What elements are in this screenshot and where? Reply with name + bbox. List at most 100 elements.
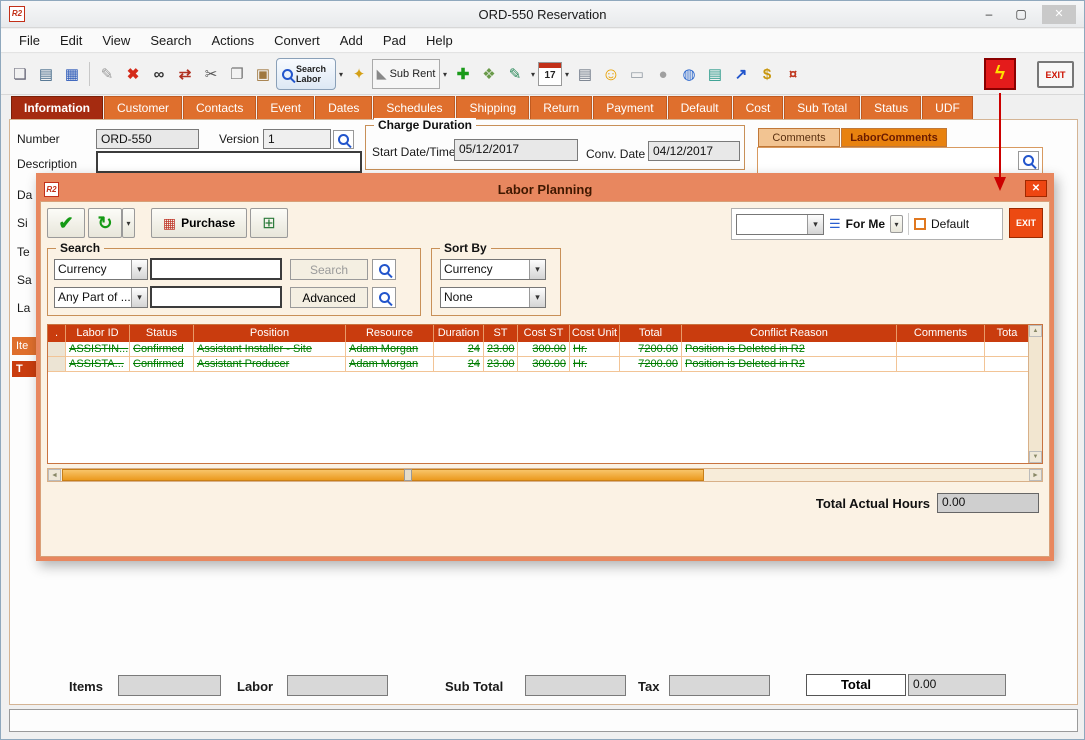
glass-icon[interactable]: ✦ <box>346 60 372 88</box>
calendar-dropdown-icon[interactable]: ▾ <box>562 60 572 88</box>
for-me-label[interactable]: For Me <box>846 217 885 231</box>
excel-button[interactable]: ⊞ <box>250 208 288 238</box>
edit-pencil-icon[interactable]: ✎ <box>94 60 120 88</box>
menu-file[interactable]: File <box>9 30 50 51</box>
comments-search-button[interactable] <box>1018 151 1039 170</box>
save-icon[interactable]: ▦ <box>59 60 85 88</box>
start-datetime-field[interactable]: 05/12/2017 <box>454 139 578 161</box>
number-field[interactable]: ORD-550 <box>96 129 199 149</box>
version-field[interactable]: 1 <box>263 129 331 149</box>
add-icon[interactable]: ✚ <box>450 60 476 88</box>
close-button[interactable]: ✕ <box>1042 5 1076 24</box>
tab-return[interactable]: Return <box>530 96 592 119</box>
chevron-down-icon[interactable] <box>131 288 147 307</box>
notes-icon[interactable]: ▤ <box>702 60 728 88</box>
row-selector[interactable] <box>48 342 66 356</box>
tab-schedules[interactable]: Schedules <box>373 96 455 119</box>
view-combo[interactable] <box>736 214 824 235</box>
calendar-icon[interactable]: 17 <box>538 62 562 86</box>
for-me-dropdown-icon[interactable]: ▾ <box>890 215 903 233</box>
row-selector[interactable] <box>48 357 66 371</box>
advanced-search-button[interactable] <box>372 287 396 308</box>
forklift-icon[interactable]: ¤ <box>780 60 806 88</box>
menu-view[interactable]: View <box>92 30 140 51</box>
projector-icon[interactable]: ▭ <box>624 60 650 88</box>
menu-edit[interactable]: Edit <box>50 30 92 51</box>
items-tab-fragment[interactable]: Ite <box>12 337 37 355</box>
column-header-total[interactable]: Total <box>620 325 682 342</box>
tab-default[interactable]: Default <box>668 96 732 119</box>
tab-cost[interactable]: Cost <box>733 96 784 119</box>
menu-add[interactable]: Add <box>330 30 373 51</box>
description-field[interactable] <box>96 151 362 173</box>
print-icon[interactable]: ▤ <box>33 60 59 88</box>
menu-actions[interactable]: Actions <box>202 30 265 51</box>
tab-contacts[interactable]: Contacts <box>183 96 256 119</box>
column-header-tota[interactable]: Tota <box>985 325 1030 342</box>
chevron-down-icon[interactable] <box>529 288 545 307</box>
minimize-button[interactable]: – <box>974 5 1004 24</box>
refresh-button[interactable]: ↻ <box>88 208 122 238</box>
search-labor-button[interactable]: Search Labor <box>276 58 336 90</box>
copy-icon[interactable]: ❐ <box>224 60 250 88</box>
menu-convert[interactable]: Convert <box>264 30 330 51</box>
menu-pad[interactable]: Pad <box>373 30 416 51</box>
sub-rent-button[interactable]: ◣ Sub Rent <box>372 59 440 89</box>
column-header-status[interactable]: Status <box>130 325 194 342</box>
scrollbar-split-handle[interactable] <box>404 469 412 481</box>
tab-sub-total[interactable]: Sub Total <box>784 96 860 119</box>
exit-button[interactable]: EXIT <box>1037 61 1074 88</box>
sort1-combo[interactable]: Currency <box>440 259 546 280</box>
clover-icon[interactable]: ❖ <box>476 60 502 88</box>
sort2-combo[interactable]: None <box>440 287 546 308</box>
column-header-st[interactable]: ST <box>484 325 518 342</box>
search-magnifier-button[interactable] <box>372 259 396 280</box>
paste-icon[interactable]: ▣ <box>250 60 276 88</box>
tab-dates[interactable]: Dates <box>315 96 372 119</box>
default-label[interactable]: Default <box>931 217 969 231</box>
column-header-conflict-reason[interactable]: Conflict Reason <box>682 325 897 342</box>
tab-labor-comments[interactable]: LaborComments <box>841 128 947 147</box>
menu-help[interactable]: Help <box>416 30 463 51</box>
chevron-down-icon[interactable] <box>529 260 545 279</box>
search-button[interactable]: Search <box>290 259 368 280</box>
title-bar[interactable]: R2 ORD-550 Reservation – ▢ ✕ <box>1 1 1084 28</box>
transfer-icon[interactable]: ⇄ <box>172 60 198 88</box>
search-input-2[interactable] <box>150 286 282 308</box>
chevron-down-icon[interactable] <box>131 260 147 279</box>
column-header-position[interactable]: Position <box>194 325 346 342</box>
chevron-down-icon[interactable] <box>807 215 823 234</box>
maximize-button[interactable]: ▢ <box>1006 5 1036 24</box>
scroll-left-icon[interactable]: ◄ <box>48 469 61 481</box>
scroll-up-icon[interactable]: ▲ <box>1029 325 1042 337</box>
link-arrow-icon[interactable]: ↗ <box>728 60 754 88</box>
table-row[interactable]: ASSISTIN...ConfirmedAssistant Installer … <box>48 342 1028 357</box>
dialog-title-bar[interactable]: R2 Labor Planning ✕ <box>40 177 1050 201</box>
tab-event[interactable]: Event <box>257 96 314 119</box>
scroll-right-icon[interactable]: ► <box>1029 469 1042 481</box>
apply-button[interactable]: ✔ <box>47 208 85 238</box>
search-input-1[interactable] <box>150 258 282 280</box>
tab-comments[interactable]: Comments <box>758 128 840 147</box>
conv-date-field[interactable]: 04/12/2017 <box>648 141 740 161</box>
smiley-icon[interactable]: ☺ <box>598 60 624 88</box>
labor-planning-icon[interactable]: ϟ <box>984 58 1016 90</box>
column-header-cost-st[interactable]: Cost ST <box>518 325 570 342</box>
note-edit-icon[interactable]: ✎ <box>502 60 528 88</box>
dialog-exit-button[interactable]: EXIT <box>1009 208 1043 238</box>
tab-status[interactable]: Status <box>861 96 921 119</box>
sphere-icon[interactable]: ● <box>650 60 676 88</box>
vertical-scrollbar[interactable]: ▲ ▼ <box>1028 325 1042 463</box>
tab-customer[interactable]: Customer <box>104 96 182 119</box>
column-header-comments[interactable]: Comments <box>897 325 985 342</box>
tab-information[interactable]: Information <box>11 96 103 119</box>
fax-icon[interactable]: ▤ <box>572 60 598 88</box>
delete-icon[interactable]: ✖ <box>120 60 146 88</box>
cut-icon[interactable]: ✂ <box>198 60 224 88</box>
column-header-cost-unit[interactable]: Cost Unit <box>570 325 620 342</box>
advanced-button[interactable]: Advanced <box>290 287 368 308</box>
version-search-button[interactable] <box>333 130 354 149</box>
money-icon[interactable]: $ <box>754 60 780 88</box>
sub-rent-dropdown-icon[interactable]: ▾ <box>440 60 450 88</box>
default-checkbox[interactable] <box>914 218 926 230</box>
